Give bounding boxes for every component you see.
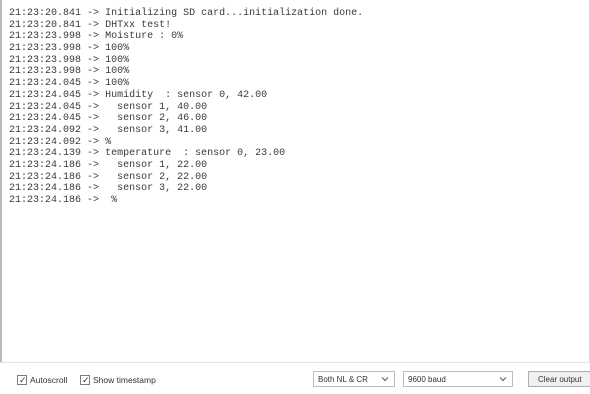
log-arrow: -> [87, 113, 100, 125]
log-line: 21:23:23.998 -> 100% [9, 43, 589, 55]
log-arrow: -> [87, 66, 100, 78]
log-message: sensor 2, 46.00 [105, 113, 208, 125]
log-line: 21:23:24.186 -> sensor 1, 22.00 [9, 160, 589, 172]
log-arrow: -> [87, 159, 100, 171]
log-arrow: -> [87, 78, 100, 90]
log-line: 21:23:24.092 -> % [9, 137, 589, 149]
log-line: 21:23:24.045 -> Humidity : sensor 0, 42.… [9, 90, 589, 102]
log-arrow: -> [87, 101, 100, 113]
log-line: 21:23:24.045 -> 100% [9, 78, 589, 90]
log-message: % [105, 195, 118, 206]
line-ending-select[interactable]: Both NL & CR [313, 371, 395, 387]
log-arrow: -> [87, 183, 100, 195]
log-message: Initializing SD card...initialization do… [105, 8, 364, 19]
checkmark-icon: ✓ [19, 375, 27, 385]
log-timestamp: 21:23:24.045 [9, 89, 82, 101]
log-timestamp: 21:23:24.139 [9, 148, 82, 160]
log-timestamp: 21:23:24.186 [9, 171, 82, 183]
log-timestamp: 21:23:24.092 [9, 136, 82, 148]
chevron-down-icon [499, 377, 507, 382]
serial-output-area[interactable]: 21:23:20.841 -> Initializing SD card...i… [0, 0, 590, 362]
baud-rate-value: 9600 baud [408, 374, 446, 384]
log-timestamp: 21:23:24.186 [9, 183, 82, 195]
checkmark-icon: ✓ [82, 375, 90, 385]
serial-monitor-window: 21:23:20.841 -> Initializing SD card...i… [0, 0, 590, 394]
log-message: 100% [105, 78, 130, 90]
log-timestamp: 21:23:20.841 [9, 8, 82, 19]
log-line: 21:23:24.186 -> % [9, 195, 589, 207]
log-timestamp: 21:23:24.092 [9, 124, 82, 136]
autoscroll-option[interactable]: ✓ Autoscroll [17, 373, 67, 387]
show-timestamp-checkbox[interactable]: ✓ [80, 375, 90, 385]
log-line: 21:23:20.841 -> Initializing SD card...i… [9, 8, 589, 20]
log-message: 100% [105, 66, 130, 78]
log-message: sensor 1, 22.00 [105, 159, 208, 171]
log-message: sensor 2, 22.00 [105, 171, 208, 183]
log-line: 21:23:23.998 -> 100% [9, 55, 589, 67]
log-message: Humidity : sensor 0, 42.00 [105, 89, 268, 101]
log-arrow: -> [87, 43, 100, 55]
serial-log: 21:23:20.841 -> Initializing SD card...i… [2, 0, 589, 207]
log-arrow: -> [87, 19, 100, 31]
log-message: temperature : sensor 0, 23.00 [105, 148, 286, 160]
log-line: 21:23:24.186 -> sensor 3, 22.00 [9, 183, 589, 195]
log-line: 21:23:23.998 -> 100% [9, 66, 589, 78]
log-timestamp: 21:23:24.045 [9, 78, 82, 90]
show-timestamp-option[interactable]: ✓ Show timestamp [80, 373, 156, 387]
log-line: 21:23:24.092 -> sensor 3, 41.00 [9, 125, 589, 137]
log-arrow: -> [87, 89, 100, 101]
log-arrow: -> [87, 148, 100, 160]
baud-rate-select[interactable]: 9600 baud [403, 371, 513, 387]
log-message: sensor 3, 41.00 [105, 124, 208, 136]
serial-monitor-toolbar: ✓ Autoscroll ✓ Show timestamp Both NL & … [0, 362, 590, 394]
log-timestamp: 21:23:20.841 [9, 19, 82, 31]
log-line: 21:23:24.045 -> sensor 1, 40.00 [9, 102, 589, 114]
log-timestamp: 21:23:23.998 [9, 66, 82, 78]
log-arrow: -> [87, 8, 100, 19]
log-message: 100% [105, 43, 130, 55]
log-line: 21:23:24.045 -> sensor 2, 46.00 [9, 113, 589, 125]
log-arrow: -> [87, 31, 100, 43]
autoscroll-checkbox[interactable]: ✓ [17, 375, 27, 385]
log-timestamp: 21:23:24.045 [9, 113, 82, 125]
autoscroll-label: Autoscroll [30, 375, 68, 385]
log-message: % [105, 136, 112, 148]
log-timestamp: 21:23:24.186 [9, 159, 82, 171]
show-timestamp-label: Show timestamp [93, 375, 156, 385]
log-timestamp: 21:23:24.045 [9, 101, 82, 113]
log-arrow: -> [87, 136, 100, 148]
log-line: 21:23:23.998 -> Moisture : 0% [9, 31, 589, 43]
log-arrow: -> [87, 124, 100, 136]
chevron-down-icon [381, 377, 389, 382]
log-message: sensor 1, 40.00 [105, 101, 208, 113]
log-timestamp: 21:23:23.998 [9, 43, 82, 55]
log-timestamp: 21:23:24.186 [9, 195, 82, 206]
log-message: sensor 3, 22.00 [105, 183, 208, 195]
log-line: 21:23:20.841 -> DHTxx test! [9, 20, 589, 32]
clear-output-button[interactable]: Clear output [528, 371, 590, 387]
log-message: DHTxx test! [105, 19, 172, 31]
log-timestamp: 21:23:23.998 [9, 54, 82, 66]
log-message: Moisture : 0% [105, 31, 184, 43]
log-arrow: -> [87, 54, 100, 66]
log-arrow: -> [87, 171, 100, 183]
log-arrow: -> [87, 195, 100, 206]
line-ending-value: Both NL & CR [318, 374, 368, 384]
log-line: 21:23:24.139 -> temperature : sensor 0, … [9, 148, 589, 160]
log-timestamp: 21:23:23.998 [9, 31, 82, 43]
log-message: 100% [105, 54, 130, 66]
log-line: 21:23:24.186 -> sensor 2, 22.00 [9, 172, 589, 184]
